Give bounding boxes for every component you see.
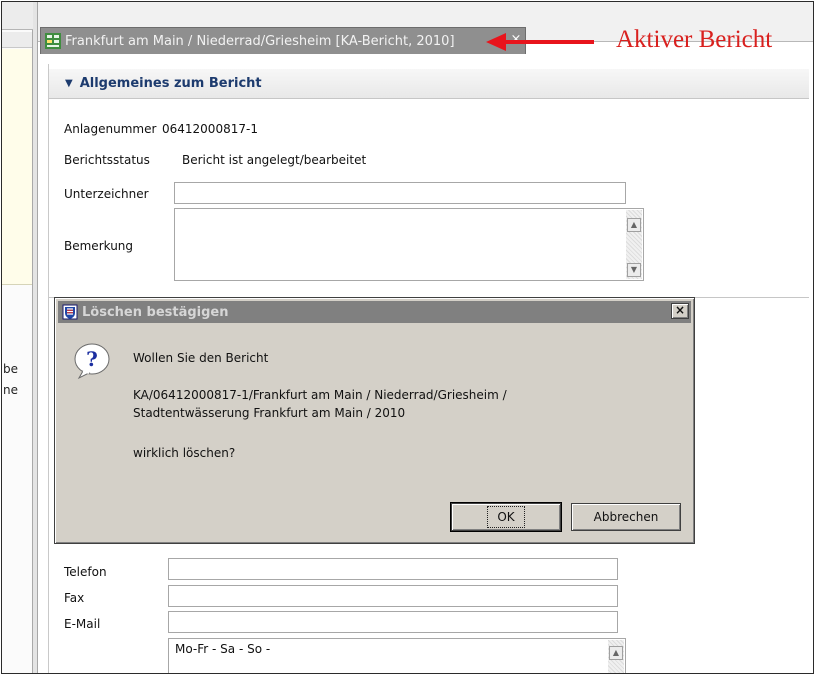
dialog-message-line: wirklich löschen? — [133, 446, 236, 460]
section-title: Allgemeines zum Bericht — [79, 76, 262, 91]
left-panel-toolbar: ▽ — [2, 32, 32, 75]
berichtsstatus-label: Berichtsstatus — [64, 153, 150, 167]
unterzeichner-label: Unterzeichner — [64, 187, 149, 201]
unterzeichner-field[interactable] — [174, 182, 626, 204]
delete-confirm-dialog: Löschen bestägigen × ? Wollen Sie den Be… — [54, 297, 695, 544]
scroll-up-icon[interactable]: ▲ — [609, 646, 623, 660]
editor-tab-title: Frankfurt am Main / Niederrad/Griesheim … — [65, 33, 455, 49]
dialog-message-line: KA/06412000817-1/Frankfurt am Main / Nie… — [133, 388, 507, 402]
collapse-triangle-icon[interactable]: ▼ — [65, 78, 73, 89]
fax-label: Fax — [64, 591, 85, 605]
ok-button[interactable]: OK — [450, 502, 562, 532]
dialog-titlebar[interactable]: Löschen bestägigen × — [58, 301, 691, 323]
email-label: E-Mail — [64, 617, 101, 631]
zeiten-value: Mo-Fr - Sa - So - — [175, 642, 271, 656]
left-panel-highlight — [2, 49, 32, 285]
anlagenummer-label: Anlagenummer — [64, 122, 157, 136]
cancel-button[interactable]: Abbrechen — [571, 503, 681, 531]
svg-text:?: ? — [86, 347, 98, 371]
dialog-message-line: Stadtentwässerung Frankfurt am Main / 20… — [133, 406, 406, 420]
left-panel-header — [2, 2, 33, 30]
email-field[interactable] — [168, 611, 618, 633]
editor-tab-active[interactable]: Frankfurt am Main / Niederrad/Griesheim … — [40, 27, 526, 54]
zeiten-textarea[interactable]: Mo-Fr - Sa - So - ▲ — [168, 638, 626, 673]
annotation-label: Aktiver Bericht — [616, 26, 773, 53]
telefon-field[interactable] — [168, 558, 618, 580]
left-panel-text-fragment: be — [3, 362, 18, 376]
berichtsstatus-value: Bericht ist angelegt/bearbeitet — [182, 153, 367, 167]
dialog-message-line: Wollen Sie den Bericht — [133, 351, 269, 365]
telefon-label: Telefon — [64, 565, 107, 579]
dialog-close-button[interactable]: × — [671, 303, 689, 319]
scroll-down-icon[interactable]: ▼ — [627, 263, 641, 277]
fax-field[interactable] — [168, 585, 618, 607]
report-icon — [45, 33, 61, 49]
bemerkung-textarea[interactable]: ▲ ▼ — [174, 208, 644, 281]
anlagenummer-value: 06412000817-1 — [162, 122, 258, 136]
question-icon: ? — [74, 343, 110, 380]
bemerkung-scrollbar[interactable]: ▲ ▼ — [626, 210, 642, 279]
left-panel: ▽ be ne — [2, 2, 33, 673]
dialog-title: Löschen bestägigen — [82, 304, 229, 320]
bemerkung-label: Bemerkung — [64, 239, 134, 253]
ok-button-label: OK — [487, 506, 525, 528]
scroll-up-icon[interactable]: ▲ — [627, 218, 641, 232]
section-header-general[interactable]: ▼ Allgemeines zum Bericht — [49, 69, 809, 99]
left-panel-text-fragment: ne — [3, 383, 18, 397]
zeiten-scrollbar[interactable]: ▲ — [608, 640, 624, 673]
crest-icon — [62, 304, 78, 320]
annotation-arrow-icon — [486, 33, 594, 51]
application-window: ▽ be ne Frankfurt am Main / Niederrad/Gr… — [1, 1, 814, 674]
cancel-button-label: Abbrechen — [593, 510, 659, 524]
